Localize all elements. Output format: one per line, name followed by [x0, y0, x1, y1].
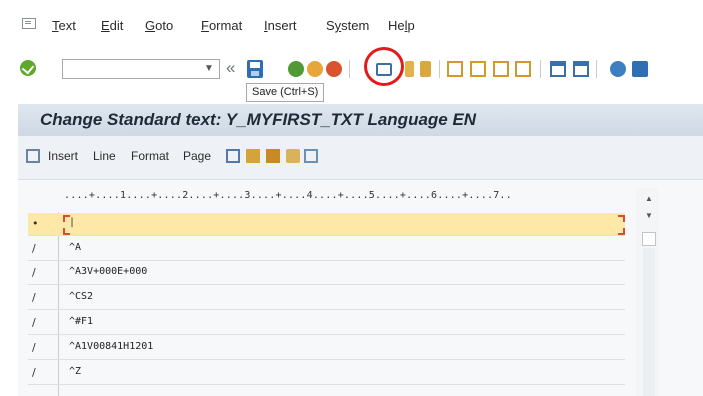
- application-toolbar: [18, 136, 703, 180]
- paste-icon[interactable]: [246, 149, 260, 163]
- move-icon[interactable]: [286, 149, 300, 163]
- find-next-icon[interactable]: [420, 61, 431, 77]
- menu-edit[interactable]: Edit: [101, 18, 123, 33]
- scroll-thumb[interactable]: [642, 232, 656, 246]
- selection-corner: [618, 215, 625, 222]
- selection-corner: [618, 228, 625, 235]
- format-button[interactable]: Format: [131, 149, 169, 163]
- menu-insert[interactable]: Insert: [264, 18, 297, 33]
- command-field[interactable]: [62, 59, 220, 79]
- line-button[interactable]: Line: [93, 149, 116, 163]
- selection-corner: [63, 215, 70, 222]
- select-icon[interactable]: [26, 149, 40, 163]
- menu-bar: Text Edit Goto Format Insert System Help: [0, 0, 703, 44]
- menu-goto[interactable]: Goto: [145, 18, 173, 33]
- previous-page-icon[interactable]: [470, 61, 486, 77]
- editor-line-current[interactable]: • |: [28, 213, 625, 236]
- first-page-icon[interactable]: [447, 61, 463, 77]
- toolbar-separator: [349, 60, 350, 78]
- cancel-icon[interactable]: [326, 61, 342, 77]
- insert-button[interactable]: Insert: [48, 149, 78, 163]
- column-ruler: ....+....1....+....2....+....3....+....4…: [64, 190, 512, 201]
- chevron-down-icon[interactable]: ▼: [200, 59, 218, 79]
- save-tooltip: Save (Ctrl+S): [246, 83, 325, 102]
- last-page-icon[interactable]: [515, 61, 531, 77]
- menu-help[interactable]: Help: [388, 18, 415, 33]
- toolbar-separator: [439, 60, 440, 78]
- create-session-icon[interactable]: [550, 61, 566, 77]
- help-icon[interactable]: [610, 61, 626, 77]
- enter-check-icon[interactable]: [20, 60, 36, 76]
- menu-list-icon[interactable]: [22, 18, 36, 29]
- editor-line[interactable]: / ^Z: [28, 362, 625, 385]
- exit-icon[interactable]: [307, 61, 323, 77]
- copy-icon[interactable]: [226, 149, 240, 163]
- duplicate-icon[interactable]: [304, 149, 318, 163]
- find-icon[interactable]: [405, 61, 414, 77]
- page-button[interactable]: Page: [183, 149, 211, 163]
- title-bar: Change Standard text: Y_MYFIRST_TXT Lang…: [18, 104, 703, 136]
- back-icon[interactable]: [288, 61, 304, 77]
- menu-text[interactable]: Text: [52, 18, 76, 33]
- editor-line[interactable]: / ^A3V+000E+000: [28, 262, 625, 285]
- editor-line[interactable]: / ^A1V00841H1201: [28, 337, 625, 360]
- double-chevron-left-icon[interactable]: «: [226, 58, 235, 78]
- toolbar-separator: [596, 60, 597, 78]
- clipboard-icon[interactable]: [266, 149, 280, 163]
- customize-layout-icon[interactable]: [632, 61, 648, 77]
- generate-shortcut-icon[interactable]: [573, 61, 589, 77]
- scroll-up-icon[interactable]: ▲: [645, 194, 653, 203]
- menu-system[interactable]: System: [326, 18, 369, 33]
- next-page-icon[interactable]: [493, 61, 509, 77]
- editor-line[interactable]: / ^#F1: [28, 312, 625, 335]
- menu-format[interactable]: Format: [201, 18, 242, 33]
- page-title: Change Standard text: Y_MYFIRST_TXT Lang…: [40, 110, 477, 129]
- selection-corner: [63, 228, 70, 235]
- highlight-circle: [364, 47, 404, 86]
- editor-line[interactable]: / ^CS2: [28, 287, 625, 310]
- save-icon[interactable]: [247, 60, 263, 78]
- editor-line[interactable]: / ^A: [28, 238, 625, 261]
- toolbar-separator: [540, 60, 541, 78]
- scroll-track[interactable]: [643, 248, 655, 396]
- scroll-down-icon[interactable]: ▼: [645, 211, 653, 220]
